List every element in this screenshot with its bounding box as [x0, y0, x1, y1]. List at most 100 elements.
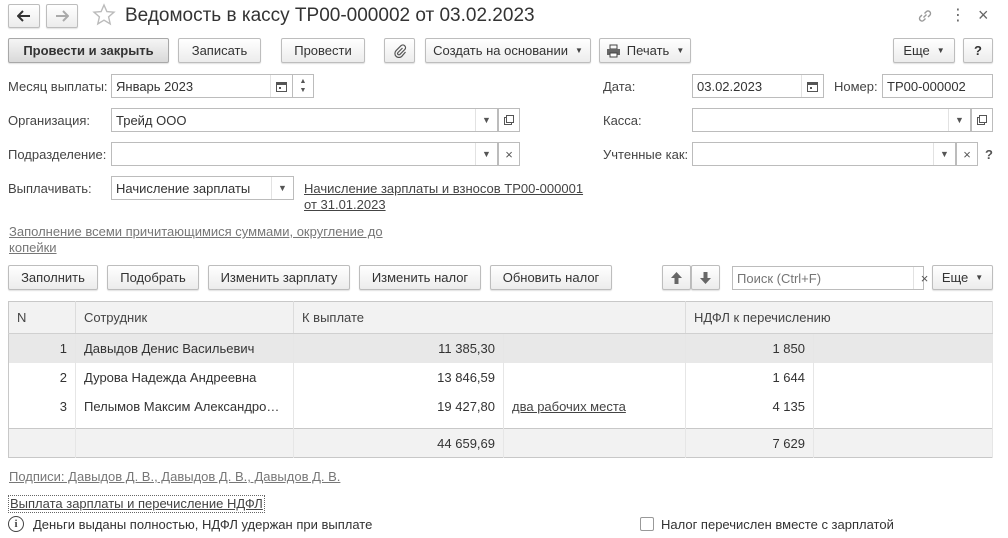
cell-note — [503, 333, 687, 363]
two-workplaces-link[interactable]: два рабочих места — [512, 399, 626, 414]
search-input[interactable] — [733, 268, 913, 288]
cell-employee: Пелымов Максим Александро… — [75, 391, 294, 421]
payment-month-label: Месяц выплаты: — [8, 79, 108, 94]
link-icon[interactable] — [916, 7, 934, 28]
fill-hint-link[interactable]: Заполнение всеми причитающимися суммами,… — [9, 224, 383, 256]
date-label: Дата: — [603, 79, 636, 94]
calendar-icon[interactable] — [270, 75, 292, 97]
number-label: Номер: — [834, 79, 878, 94]
attach-button[interactable] — [384, 38, 415, 63]
cell-amount: 13 846,59 — [293, 362, 504, 392]
column-header-n[interactable]: N — [8, 301, 76, 334]
table-row[interactable]: 3 Пелымов Максим Александро… 19 427,80 д… — [8, 391, 993, 421]
open-window-icon — [504, 115, 514, 125]
cell-n: 2 — [8, 362, 76, 392]
department-field[interactable]: ▼ — [111, 142, 498, 166]
column-header-employee[interactable]: Сотрудник — [75, 301, 294, 334]
stepper-up-icon[interactable]: ▲ — [300, 77, 307, 86]
accounted-as-field[interactable]: ▼ — [692, 142, 956, 166]
info-icon: i — [8, 516, 24, 532]
dropdown-arrow-icon[interactable]: ▼ — [948, 109, 970, 131]
fill-button[interactable]: Заполнить — [8, 265, 98, 290]
favorite-star-icon[interactable] — [92, 3, 116, 30]
cell-n: 1 — [8, 333, 76, 363]
change-tax-button[interactable]: Изменить налог — [359, 265, 481, 290]
cell-employee: Дурова Надежда Андреевна — [75, 362, 294, 392]
cell-empty — [813, 362, 993, 392]
cell-n: 3 — [8, 391, 76, 421]
column-header-ndfl[interactable]: НДФЛ к перечислению — [685, 301, 993, 334]
post-and-close-button[interactable]: Провести и закрыть — [8, 38, 169, 63]
print-button[interactable]: Печать ▼ — [599, 38, 691, 63]
cashbox-field[interactable]: ▼ — [692, 108, 971, 132]
open-organization-button[interactable] — [498, 108, 520, 132]
cell-ndfl: 4 135 — [685, 391, 815, 421]
paperclip-icon — [393, 43, 406, 58]
table-row[interactable]: 1 Давыдов Денис Васильевич 11 385,30 1 8… — [8, 333, 993, 363]
column-header-amount[interactable]: К выплате — [293, 301, 687, 334]
forward-button[interactable] — [46, 4, 78, 28]
move-up-button[interactable] — [662, 265, 691, 290]
close-icon[interactable]: × — [978, 5, 989, 25]
table-spacer-row — [8, 420, 993, 429]
clear-accounted-as-button[interactable]: × — [956, 142, 978, 166]
table-more-button[interactable]: Еще ▼ — [932, 265, 993, 290]
change-salary-button[interactable]: Изменить зарплату — [208, 265, 350, 290]
open-window-icon — [977, 115, 987, 125]
more-button[interactable]: Еще ▼ — [893, 38, 955, 63]
pay-label: Выплачивать: — [8, 181, 92, 196]
page-title: Ведомость в кассу ТР00-000002 от 03.02.2… — [125, 5, 535, 26]
organization-label: Организация: — [8, 113, 91, 128]
create-based-on-button[interactable]: Создать на основании ▼ — [425, 38, 591, 63]
accounted-as-label: Учтенные как: — [603, 147, 689, 162]
open-cashbox-button[interactable] — [971, 108, 993, 132]
payment-link[interactable]: Выплата зарплаты и перечисление НДФЛ — [8, 495, 265, 513]
update-tax-button[interactable]: Обновить налог — [490, 265, 612, 290]
total-ndfl: 7 629 — [685, 428, 815, 458]
cashbox-label: Касса: — [603, 113, 642, 128]
total-amount: 44 659,69 — [293, 428, 504, 458]
dropdown-arrow-icon[interactable]: ▼ — [475, 109, 497, 131]
cell-amount: 19 427,80 — [293, 391, 504, 421]
employees-table: N Сотрудник К выплате НДФЛ к перечислени… — [8, 301, 993, 458]
signatures-link[interactable]: Подписи: Давыдов Д. В., Давыдов Д. В., Д… — [9, 469, 340, 485]
back-button[interactable] — [8, 4, 40, 28]
stepper-down-icon[interactable]: ▼ — [300, 86, 307, 95]
cell-note: два рабочих места — [503, 391, 687, 421]
clear-icon: × — [963, 146, 971, 162]
number-field[interactable]: ТР00-000002 — [882, 74, 993, 98]
cell-note — [503, 362, 687, 392]
clear-department-button[interactable]: × — [498, 142, 520, 166]
pay-document-link[interactable]: Начисление зарплаты и взносов ТР00-00000… — [304, 181, 583, 213]
search-field[interactable]: × — [732, 266, 928, 290]
pick-button[interactable]: Подобрать — [107, 265, 199, 290]
save-button[interactable]: Записать — [178, 38, 261, 63]
cell-ndfl: 1 644 — [685, 362, 815, 392]
arrow-down-icon — [700, 271, 711, 284]
pay-select[interactable]: Начисление зарплаты ▼ — [111, 176, 294, 200]
arrow-up-icon — [671, 271, 682, 284]
move-down-button[interactable] — [691, 265, 720, 290]
more-vertical-icon[interactable]: ⋮ — [950, 7, 966, 25]
arrow-left-icon — [17, 10, 30, 22]
dropdown-arrow-icon[interactable]: ▼ — [475, 143, 497, 165]
dropdown-arrow-icon: ▼ — [574, 46, 583, 55]
calendar-icon[interactable] — [801, 75, 823, 97]
tax-with-salary-checkbox[interactable] — [640, 517, 654, 531]
dropdown-arrow-icon: ▼ — [676, 46, 685, 55]
table-row[interactable]: 2 Дурова Надежда Андреевна 13 846,59 1 6… — [8, 362, 993, 392]
organization-field[interactable]: Трейд ООО ▼ — [111, 108, 498, 132]
payment-month-field[interactable]: Январь 2023 — [111, 74, 293, 98]
dropdown-arrow-icon[interactable]: ▼ — [933, 143, 955, 165]
tax-with-salary-label[interactable]: Налог перечислен вместе с зарплатой — [661, 517, 894, 533]
post-button[interactable]: Провести — [281, 38, 365, 63]
accounted-as-help-icon[interactable]: ? — [985, 147, 993, 163]
date-field[interactable]: 03.02.2023 — [692, 74, 824, 98]
help-button[interactable]: ? — [963, 38, 993, 63]
arrow-right-icon — [56, 10, 69, 22]
cell-employee: Давыдов Денис Васильевич — [75, 333, 294, 363]
clear-icon: × — [505, 146, 513, 162]
dropdown-arrow-icon[interactable]: ▼ — [271, 177, 293, 199]
month-stepper[interactable]: ▲ ▼ — [292, 74, 314, 98]
dropdown-arrow-icon: ▼ — [975, 273, 984, 282]
